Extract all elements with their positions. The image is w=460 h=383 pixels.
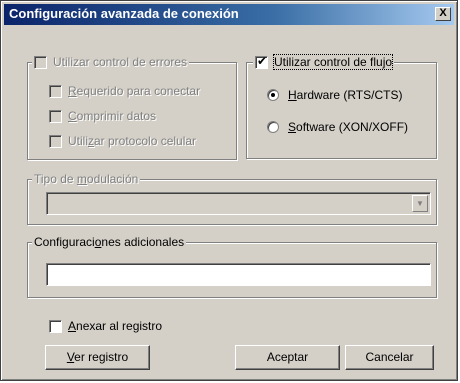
advanced-connection-dialog: Configuración avanzada de conexión X Uti… (0, 0, 458, 381)
chevron-down-icon[interactable]: ▼ (412, 195, 428, 212)
software-option[interactable]: Software (XON/XOFF) (267, 120, 408, 134)
view-log-button[interactable]: Ver registro (45, 345, 150, 370)
compress-data-option[interactable]: Comprimir datos (49, 109, 156, 123)
software-radio[interactable] (267, 121, 279, 133)
required-to-connect-checkbox[interactable] (49, 84, 62, 98)
cancel-button[interactable]: Cancelar (345, 345, 434, 370)
flow-control-label: Utilizar control de flujo (272, 54, 394, 70)
window-title: Configuración avanzada de conexión (9, 6, 239, 21)
additional-settings-legend: Configuraciones adicionales (32, 235, 187, 249)
title-bar[interactable]: Configuración avanzada de conexión X (4, 4, 454, 25)
flow-control-legend[interactable]: Utilizar control de flujo (253, 54, 395, 72)
accept-button[interactable]: Aceptar (235, 345, 340, 370)
modulation-legend: Tipo de modulación (32, 172, 141, 186)
hardware-radio[interactable] (267, 89, 279, 101)
compress-data-checkbox[interactable] (49, 109, 62, 123)
software-label: Software (XON/XOFF) (288, 120, 409, 134)
compress-data-label: Comprimir datos (68, 109, 157, 123)
append-log-checkbox[interactable] (49, 319, 62, 333)
required-to-connect-option[interactable]: Requerido para conectar (49, 84, 200, 98)
cellular-protocol-option[interactable]: Utilizar protocolo celular (49, 134, 196, 148)
flow-control-checkbox[interactable] (255, 54, 268, 69)
cellular-protocol-checkbox[interactable] (49, 134, 62, 148)
cellular-protocol-label: Utilizar protocolo celular (68, 134, 197, 148)
hardware-option[interactable]: Hardware (RTS/CTS) (267, 88, 402, 102)
additional-settings-group: Configuraciones adicionales (27, 235, 437, 298)
error-control-checkbox[interactable] (34, 55, 47, 69)
append-log-option[interactable]: Anexar al registro (49, 319, 162, 333)
append-log-label: Anexar al registro (68, 319, 163, 333)
close-button[interactable]: X (435, 7, 451, 21)
error-control-label: Utilizar control de errores (53, 55, 188, 69)
flow-control-group: Utilizar control de flujo (246, 54, 437, 159)
modulation-group: Tipo de modulación ▼ (27, 172, 437, 225)
required-to-connect-label: Requerido para conectar (68, 84, 201, 98)
hardware-label: Hardware (RTS/CTS) (288, 88, 403, 102)
error-control-legend[interactable]: Utilizar control de errores (32, 55, 190, 72)
modulation-select[interactable]: ▼ (46, 192, 431, 215)
additional-settings-input[interactable] (46, 263, 431, 286)
